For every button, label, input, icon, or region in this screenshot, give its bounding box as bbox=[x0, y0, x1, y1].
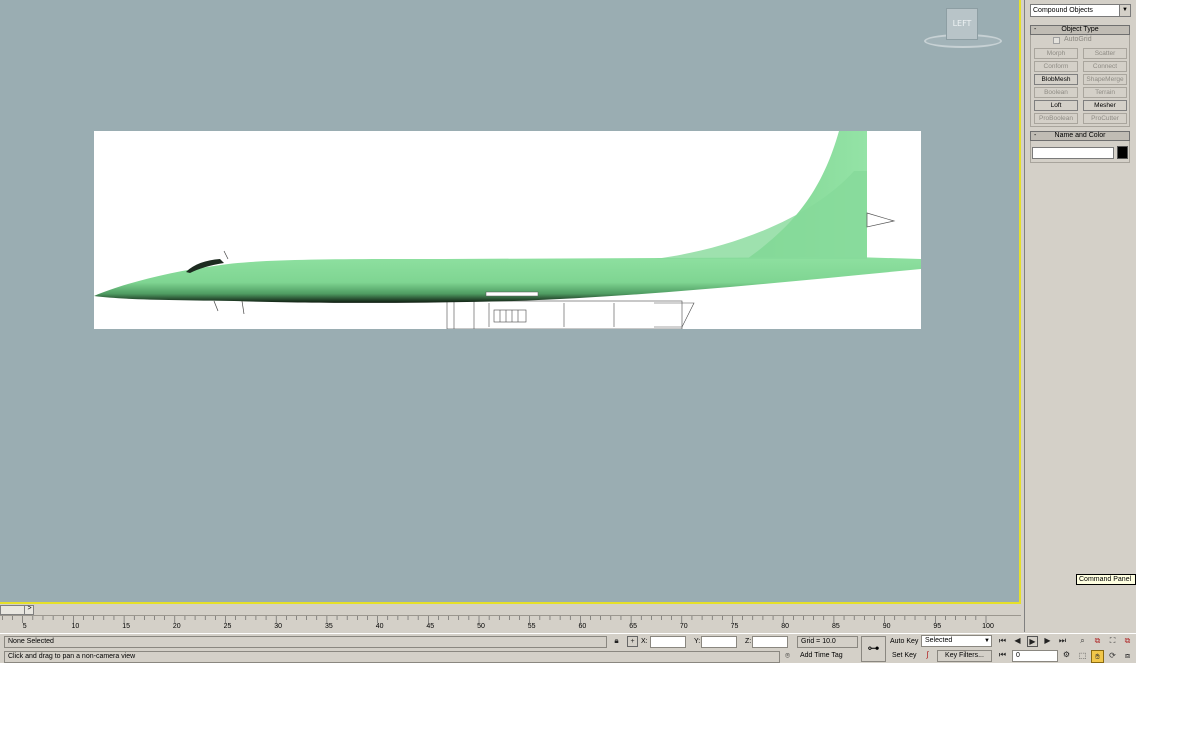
track-tick-label: 5 bbox=[22, 623, 27, 630]
x-coordinate-field[interactable] bbox=[650, 636, 686, 648]
autogrid-checkbox[interactable] bbox=[1053, 37, 1060, 44]
key-curve-icon[interactable]: ∫ bbox=[922, 650, 933, 661]
command-panel: Compound Objects ▼ - Object Type AutoGri… bbox=[1024, 0, 1136, 632]
y-coordinate-field[interactable] bbox=[701, 636, 737, 648]
pan-icon[interactable]: ✋︎ bbox=[1091, 650, 1104, 663]
object-type-button-mesher[interactable]: Mesher bbox=[1083, 100, 1127, 111]
prompt-line: Click and drag to pan a non-camera view bbox=[4, 651, 780, 663]
current-frame-field[interactable]: 0 bbox=[1012, 650, 1058, 662]
lock-icon[interactable]: 🔒︎ bbox=[611, 636, 622, 647]
object-type-button-shapemerge[interactable]: ShapeMerge bbox=[1083, 74, 1127, 85]
object-type-button-morph[interactable]: Morph bbox=[1034, 48, 1078, 59]
track-tick-label: 70 bbox=[679, 623, 688, 630]
orbit-icon[interactable]: ⟳ bbox=[1106, 650, 1119, 663]
maximize-viewport-icon[interactable]: ⧈ bbox=[1121, 650, 1134, 663]
track-tick-label: 45 bbox=[426, 623, 435, 630]
time-config-icon[interactable]: ⚙︎ bbox=[1061, 650, 1072, 661]
y-label: Y: bbox=[694, 638, 701, 645]
track-tick-label: 75 bbox=[730, 623, 739, 630]
selection-status: None Selected bbox=[4, 636, 607, 648]
rollout-object-type-header[interactable]: - Object Type bbox=[1030, 25, 1130, 35]
track-tick-label: 80 bbox=[781, 623, 790, 630]
zoom-icon[interactable]: ⌕ bbox=[1076, 635, 1089, 648]
rollout-title: Name and Color bbox=[1054, 132, 1106, 139]
zoom-extents-all-icon[interactable]: ⧉ bbox=[1121, 635, 1134, 648]
track-bar[interactable]: 5 10 15 20 25 30 35 40 45 50 55 60 65 70 75 80 85 90 95 100 bbox=[0, 615, 1021, 633]
viewcube[interactable]: LEFT bbox=[924, 6, 1002, 48]
key-icon[interactable]: ⊶ bbox=[861, 636, 886, 662]
object-type-button-boolean[interactable]: Boolean bbox=[1034, 87, 1078, 98]
z-label: Z: bbox=[745, 638, 752, 645]
track-tick-label: 55 bbox=[527, 623, 536, 630]
model-render-area bbox=[94, 131, 921, 329]
status-bar: None Selected Click and drag to pan a no… bbox=[0, 633, 1136, 663]
track-tick-label: 25 bbox=[223, 623, 232, 630]
track-bar-ticks bbox=[2, 616, 987, 623]
engine-nacelle-wireframe bbox=[446, 300, 695, 329]
object-type-button-terrain[interactable]: Terrain bbox=[1083, 87, 1127, 98]
chevron-down-icon: ▼ bbox=[984, 638, 990, 644]
set-key-button[interactable]: Set Key bbox=[892, 651, 917, 661]
transform-mode-icon[interactable]: + bbox=[627, 636, 638, 647]
key-mode-icon[interactable]: ⏮︎ bbox=[997, 650, 1008, 661]
track-tick-label: 95 bbox=[933, 623, 942, 630]
grid-size-display: Grid = 10.0 bbox=[797, 636, 858, 648]
time-slider-next-button[interactable]: > bbox=[24, 605, 34, 615]
goto-start-icon[interactable]: ⏮︎ bbox=[997, 636, 1008, 647]
category-value: Compound Objects bbox=[1033, 7, 1093, 14]
track-tick-label: 50 bbox=[477, 623, 485, 630]
autogrid-label: AutoGrid bbox=[1064, 36, 1092, 43]
chevron-down-icon: ▼ bbox=[1119, 5, 1130, 16]
object-type-button-conform[interactable]: Conform bbox=[1034, 61, 1078, 72]
key-filters-button[interactable]: Key Filters... bbox=[937, 650, 992, 662]
x-label: X: bbox=[641, 638, 648, 645]
track-tick-label: 30 bbox=[274, 623, 283, 630]
track-tick-label: 15 bbox=[122, 623, 130, 630]
object-color-swatch[interactable] bbox=[1117, 146, 1128, 159]
track-tick-label: 10 bbox=[71, 623, 80, 630]
play-icon[interactable]: ▶ bbox=[1027, 636, 1038, 647]
key-mode-dropdown[interactable]: Selected ▼ bbox=[921, 635, 992, 647]
goto-end-icon[interactable]: ⏭︎ bbox=[1057, 636, 1068, 647]
time-tag-icon[interactable]: ⌾ bbox=[782, 651, 793, 662]
app-window: LEFT Compound Objects ▼ - Object Type Au… bbox=[0, 0, 1136, 663]
next-frame-icon[interactable]: ▶ bbox=[1042, 636, 1053, 647]
viewcube-face-label[interactable]: LEFT bbox=[946, 8, 978, 40]
zoom-region-icon[interactable]: ⬚ bbox=[1076, 650, 1089, 663]
time-slider[interactable]: > bbox=[0, 604, 1021, 615]
aircraft-model[interactable] bbox=[94, 131, 921, 329]
add-time-tag[interactable]: Add Time Tag bbox=[797, 651, 858, 663]
z-coordinate-field[interactable] bbox=[752, 636, 788, 648]
track-tick-label: 100 bbox=[982, 623, 994, 630]
key-mode-value: Selected bbox=[925, 637, 953, 644]
object-type-button-proboolean[interactable]: ProBoolean bbox=[1034, 113, 1078, 124]
object-name-field[interactable] bbox=[1032, 147, 1114, 159]
rollout-collapse-icon: - bbox=[1034, 132, 1037, 139]
object-type-button-connect[interactable]: Connect bbox=[1083, 61, 1127, 72]
track-tick-label: 85 bbox=[831, 623, 840, 630]
track-tick-label: 35 bbox=[324, 623, 333, 630]
track-tick-label: 65 bbox=[629, 623, 637, 630]
rollout-title: Object Type bbox=[1061, 26, 1099, 33]
category-dropdown[interactable]: Compound Objects ▼ bbox=[1030, 4, 1131, 17]
rollout-name-color-header[interactable]: - Name and Color bbox=[1030, 131, 1130, 141]
zoom-all-icon[interactable]: ⧉ bbox=[1091, 635, 1104, 648]
object-type-button-loft[interactable]: Loft bbox=[1034, 100, 1078, 111]
rollout-collapse-icon: - bbox=[1034, 26, 1037, 33]
viewport-left[interactable]: LEFT bbox=[0, 0, 1021, 604]
command-panel-tooltip: Command Panel bbox=[1076, 574, 1136, 585]
object-type-button-procutter[interactable]: ProCutter bbox=[1083, 113, 1127, 124]
zoom-extents-icon[interactable]: ⛶ bbox=[1106, 635, 1119, 648]
rollout-object-type-body: AutoGrid Morph Scatter Conform Connect BlobM… bbox=[1030, 35, 1130, 127]
prev-frame-icon[interactable]: ◀ bbox=[1012, 636, 1023, 647]
track-tick-label: 40 bbox=[375, 623, 384, 630]
auto-key-button[interactable]: Auto Key bbox=[890, 637, 918, 647]
object-type-button-blobmesh[interactable]: BlobMesh bbox=[1034, 74, 1078, 85]
track-tick-label: 90 bbox=[882, 623, 891, 630]
object-type-button-scatter[interactable]: Scatter bbox=[1083, 48, 1127, 59]
track-tick-label: 60 bbox=[578, 623, 587, 630]
track-tick-label: 20 bbox=[172, 623, 181, 630]
